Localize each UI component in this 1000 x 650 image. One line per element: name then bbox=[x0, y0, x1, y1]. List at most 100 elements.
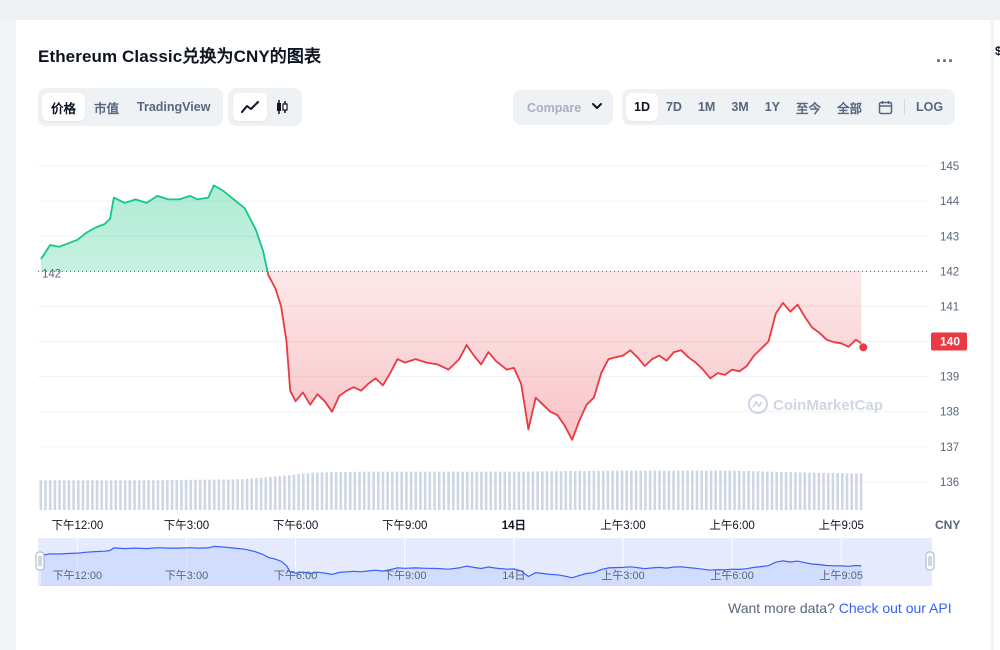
navigator-tick-label: 上午9:05 bbox=[820, 569, 863, 582]
volume-bar bbox=[672, 470, 675, 510]
volume-bar bbox=[316, 472, 319, 510]
volume-bar bbox=[447, 471, 450, 510]
volume-bar bbox=[62, 480, 66, 510]
volume-bar bbox=[578, 471, 582, 510]
volume-bar bbox=[376, 471, 380, 510]
volume-bar bbox=[189, 479, 193, 510]
volume-bar bbox=[508, 471, 511, 510]
volume-bar bbox=[808, 472, 811, 510]
price-chart: 136137138139140141142143144145142140Coin… bbox=[35, 161, 967, 586]
volume-bar bbox=[559, 471, 563, 510]
volume-bar bbox=[236, 479, 239, 510]
volume-bar bbox=[625, 470, 628, 510]
last-price-dot bbox=[859, 343, 868, 352]
volume-bar bbox=[817, 472, 821, 510]
volume-bar bbox=[620, 470, 624, 510]
volume-bar bbox=[381, 471, 385, 510]
volume-bar bbox=[156, 480, 160, 510]
volume-bar bbox=[428, 471, 432, 510]
volume-bar bbox=[812, 472, 816, 510]
y-tick-label: 137 bbox=[940, 442, 959, 454]
y-tick-label: 138 bbox=[940, 407, 959, 419]
volume-bar bbox=[442, 471, 446, 510]
volume-bar bbox=[259, 477, 263, 510]
volume-bar bbox=[728, 470, 732, 510]
navigator-tick-label: 下午12:00 bbox=[53, 569, 103, 582]
api-link[interactable]: Check out our API bbox=[839, 600, 952, 616]
current-price-label: 140 bbox=[940, 335, 960, 349]
x-tick-label: 上午6:00 bbox=[709, 519, 754, 532]
volume-bar bbox=[419, 471, 422, 510]
volume-bar bbox=[278, 476, 282, 510]
x-tick-label: 下午6:00 bbox=[273, 519, 318, 532]
volume-bar bbox=[212, 479, 216, 510]
volume-bar bbox=[606, 470, 610, 510]
navigator-tick-label: 下午6:00 bbox=[274, 569, 317, 582]
x-tick-label: 上午3:00 bbox=[600, 519, 645, 532]
volume-bar bbox=[391, 471, 394, 510]
volume-bar bbox=[53, 480, 57, 510]
volume-bar bbox=[798, 472, 802, 510]
volume-bar bbox=[789, 472, 793, 510]
navigator-left-handle[interactable] bbox=[35, 551, 45, 571]
volume-bar bbox=[555, 471, 558, 510]
volume-bar bbox=[531, 471, 535, 510]
volume-bar bbox=[737, 470, 741, 510]
x-tick-label: 14日 bbox=[502, 519, 526, 532]
volume-bar bbox=[222, 479, 225, 510]
volume-bar bbox=[639, 470, 643, 510]
volume-bar bbox=[784, 472, 788, 510]
x-tick-label: 下午12:00 bbox=[51, 519, 103, 532]
volume-bar bbox=[498, 471, 502, 510]
volume-bar bbox=[733, 470, 736, 510]
navigator-tick-label: 上午3:00 bbox=[601, 569, 644, 582]
volume-bar bbox=[292, 474, 296, 510]
volume-bar bbox=[269, 476, 272, 510]
y-tick-label: 145 bbox=[940, 161, 959, 173]
volume-bar bbox=[358, 471, 361, 510]
volume-bar bbox=[81, 480, 85, 510]
volume-bar bbox=[653, 470, 657, 510]
volume-bar bbox=[484, 471, 488, 510]
volume-bar bbox=[105, 480, 108, 510]
volume-bar bbox=[133, 480, 136, 510]
volume-bar bbox=[372, 471, 375, 510]
volume-bar bbox=[386, 471, 389, 510]
volume-bar bbox=[686, 470, 689, 510]
navigator-right-handle[interactable] bbox=[925, 551, 935, 571]
volume-bar bbox=[747, 471, 750, 510]
volume-bar bbox=[583, 470, 586, 510]
volume-bar bbox=[147, 480, 150, 510]
volume-bar bbox=[208, 479, 211, 510]
volume-bar bbox=[592, 470, 596, 510]
volume-bar bbox=[175, 479, 179, 510]
volume-bar bbox=[489, 471, 493, 510]
volume-bar bbox=[203, 479, 207, 510]
volume-bar bbox=[142, 480, 146, 510]
volume-bar bbox=[676, 470, 680, 510]
volume-bar bbox=[794, 472, 797, 510]
volume-bar bbox=[151, 480, 155, 510]
volume-bar bbox=[841, 473, 844, 510]
volume-bar bbox=[494, 471, 497, 510]
volume-bar bbox=[409, 471, 413, 510]
volume-bar bbox=[766, 471, 769, 510]
volume-bar bbox=[667, 470, 671, 510]
volume-bar bbox=[512, 471, 516, 510]
volume-bar bbox=[611, 470, 614, 510]
volume-bar bbox=[405, 471, 408, 510]
volume-bar bbox=[48, 480, 52, 510]
volume-bar bbox=[770, 471, 774, 510]
volume-bar bbox=[320, 472, 324, 510]
volume-bar bbox=[306, 473, 310, 510]
volume-bar bbox=[250, 478, 254, 510]
volume-bar bbox=[123, 480, 127, 510]
volume-bar bbox=[198, 479, 202, 510]
navigator-tick-label: 上午6:00 bbox=[710, 569, 753, 582]
y-tick-label: 139 bbox=[940, 372, 959, 384]
x-tick-label: 上午9:05 bbox=[819, 519, 864, 532]
volume-bar bbox=[597, 470, 600, 510]
volume-bar bbox=[470, 471, 474, 510]
volume-bar bbox=[742, 470, 746, 510]
volume-bar bbox=[634, 470, 638, 510]
